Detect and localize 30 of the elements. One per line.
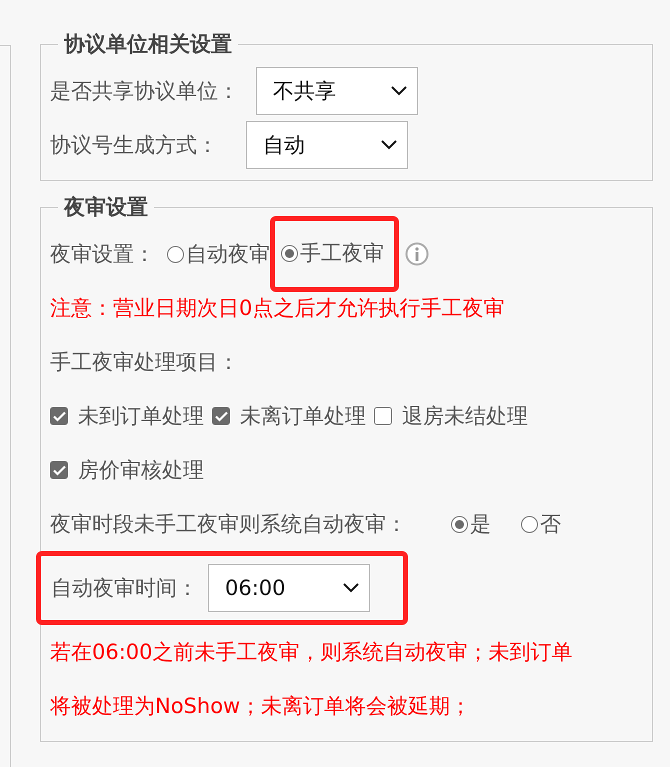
- dropdown[interactable]: 06:00: [208, 564, 370, 612]
- checkbox[interactable]: [50, 407, 68, 425]
- checkbox[interactable]: [50, 461, 68, 479]
- checkbox-option[interactable]: 未到订单处理: [50, 389, 204, 443]
- radio-option[interactable]: 是: [451, 510, 491, 538]
- warning-text: 注意：营业日期次日0点之后才允许执行手工夜审: [50, 295, 506, 322]
- field-label: 是否共享协议单位：: [50, 78, 239, 105]
- field-label: 夜审设置：: [50, 241, 155, 268]
- checkbox[interactable]: [212, 407, 230, 425]
- chevron-down-icon: [343, 583, 359, 593]
- radio-option[interactable]: 手工夜审: [281, 239, 384, 267]
- dropdown[interactable]: 不共享: [256, 67, 418, 115]
- field-label: 自动夜审时间：: [51, 575, 198, 602]
- chevron-down-icon: [381, 140, 397, 150]
- group-title: 夜审设置: [62, 194, 149, 221]
- field-label: 协议号生成方式：: [50, 132, 218, 159]
- checkbox-option[interactable]: 退房未结处理: [374, 389, 528, 443]
- note-text: 若在06:00之前未手工夜审，则系统自动夜审；未到订单: [50, 639, 574, 666]
- dropdown[interactable]: 自动: [246, 121, 408, 169]
- checkbox[interactable]: [374, 407, 392, 425]
- checkbox-option[interactable]: 未离订单处理: [212, 389, 366, 443]
- info-icon[interactable]: [405, 242, 429, 266]
- checkbox-option[interactable]: 房价审核处理: [50, 443, 204, 497]
- field-label: 夜审时段未手工夜审则系统自动夜审：: [50, 511, 407, 538]
- group-title: 协议单位相关设置: [63, 31, 233, 58]
- section-label: 手工夜审处理项目：: [50, 349, 239, 376]
- radio-option[interactable]: 自动夜审: [167, 240, 270, 268]
- radio-option[interactable]: 否: [521, 510, 561, 538]
- note-text: 将被处理为NoShow；未离订单将会被延期；: [50, 693, 472, 720]
- chevron-down-icon: [391, 86, 407, 96]
